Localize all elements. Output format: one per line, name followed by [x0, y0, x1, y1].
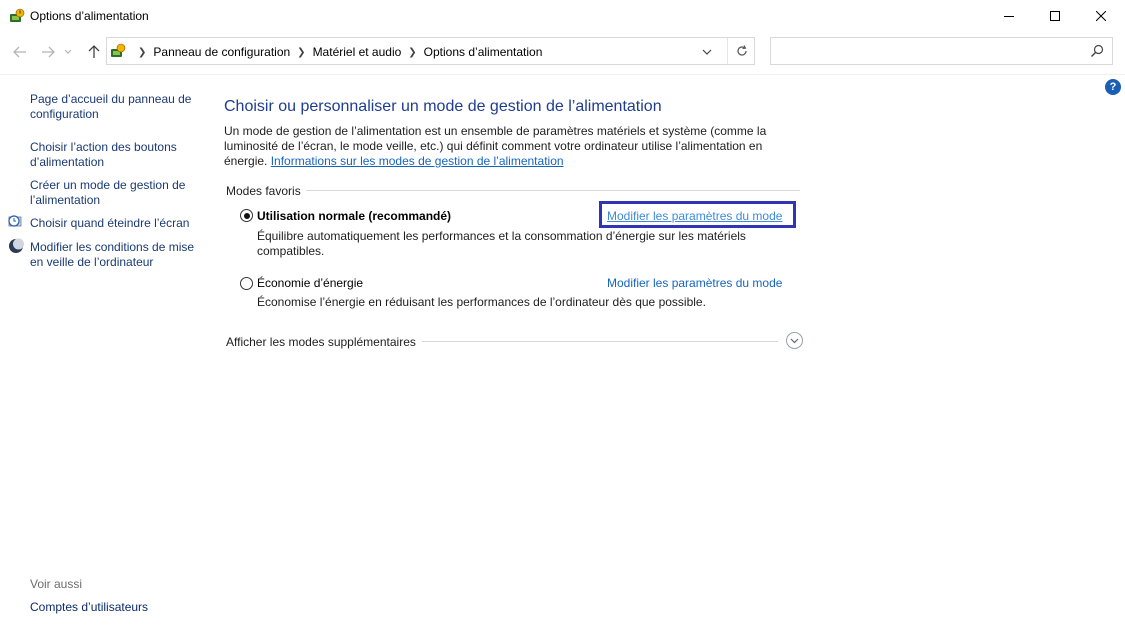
navigation-bar: ❯ Panneau de configuration ❯ Matériel et… — [0, 33, 1125, 71]
power-saver-plan-settings-link[interactable]: Modifier les paramètres du mode — [607, 276, 782, 290]
power-options-icon — [10, 8, 25, 22]
expand-additional-plans-button[interactable] — [786, 332, 803, 349]
minimize-icon — [1004, 16, 1014, 17]
balanced-plan-description: Équilibre automatiquement les performanc… — [257, 229, 746, 258]
power-saver-plan-radio[interactable] — [240, 277, 253, 290]
up-arrow-icon — [88, 45, 100, 58]
balanced-plan-radio[interactable] — [240, 209, 253, 222]
up-button[interactable] — [85, 43, 103, 61]
sidebar-item-sleep-settings[interactable]: Modifier les conditions de mise en veill… — [30, 240, 205, 270]
back-arrow-icon — [13, 46, 26, 58]
maximize-button[interactable] — [1032, 0, 1078, 32]
balanced-plan-name[interactable]: Utilisation normale (recommandé) — [257, 209, 451, 223]
sidebar-item-user-accounts[interactable]: Comptes d’utilisateurs — [30, 600, 148, 615]
power-options-window: Options d’alimentation ❯ Panneau de conf… — [0, 0, 1125, 633]
search-icon — [1091, 44, 1104, 57]
toolbar-divider — [0, 74, 1125, 75]
chevron-down-icon — [702, 49, 712, 55]
sidebar-item-display-off[interactable]: Choisir quand éteindre l’écran — [30, 216, 205, 231]
close-icon — [1096, 11, 1106, 21]
refresh-icon — [737, 45, 747, 56]
help-button[interactable]: ? — [1105, 79, 1121, 95]
close-button[interactable] — [1078, 0, 1124, 32]
forward-button[interactable] — [39, 43, 57, 61]
chevron-right-icon[interactable]: ❯ — [408, 47, 416, 58]
breadcrumb-control-panel[interactable]: Panneau de configuration — [153, 45, 290, 59]
title-bar: Options d’alimentation — [0, 0, 1125, 33]
window-title: Options d’alimentation — [30, 9, 149, 23]
recent-locations-button[interactable] — [63, 43, 73, 61]
sidebar-item-power-buttons[interactable]: Choisir l’action des boutons d’alimentat… — [30, 140, 195, 170]
chevron-down-icon — [64, 49, 72, 54]
back-button[interactable] — [11, 43, 29, 61]
favorite-plans-heading: Modes favoris — [226, 184, 301, 198]
power-plans-info-link[interactable]: Informations sur les modes de gestion de… — [271, 154, 564, 168]
section-divider — [422, 341, 778, 342]
page-title: Choisir ou personnaliser un mode de gest… — [224, 98, 662, 115]
chevron-right-icon[interactable]: ❯ — [297, 47, 305, 58]
moon-icon — [9, 238, 24, 253]
power-options-icon — [111, 43, 126, 57]
breadcrumb-power-options[interactable]: Options d’alimentation — [424, 45, 543, 59]
minimize-button[interactable] — [986, 0, 1032, 32]
power-saver-plan-description: Économise l’énergie en réduisant les per… — [257, 295, 706, 309]
section-divider — [306, 190, 800, 191]
balanced-plan-settings-link[interactable]: Modifier les paramètres du mode — [607, 209, 782, 223]
see-also-heading: Voir aussi — [30, 577, 83, 591]
power-saver-plan-name[interactable]: Économie d’énergie — [257, 276, 363, 290]
breadcrumb-hardware-sound[interactable]: Matériel et audio — [313, 45, 402, 59]
address-bar[interactable]: ❯ Panneau de configuration ❯ Matériel et… — [106, 37, 755, 65]
refresh-button[interactable] — [734, 43, 750, 59]
address-history-button[interactable] — [699, 44, 715, 60]
chevron-right-icon[interactable]: ❯ — [138, 47, 146, 58]
address-divider — [727, 38, 728, 64]
sidebar-item-control-panel-home[interactable]: Page d’accueil du panneau de configurati… — [30, 92, 200, 122]
screen-clock-icon — [8, 215, 22, 227]
show-additional-plans-label[interactable]: Afficher les modes supplémentaires — [226, 335, 416, 349]
sidebar-item-create-plan[interactable]: Créer un mode de gestion de l’alimentati… — [30, 178, 195, 208]
chevron-down-icon — [790, 338, 799, 343]
search-input[interactable] — [770, 37, 1113, 65]
maximize-icon — [1050, 11, 1060, 21]
intro-paragraph: Un mode de gestion de l’alimentation est… — [224, 124, 784, 169]
breadcrumb: ❯ Panneau de configuration ❯ Matériel et… — [131, 45, 542, 59]
forward-arrow-icon — [42, 46, 55, 58]
